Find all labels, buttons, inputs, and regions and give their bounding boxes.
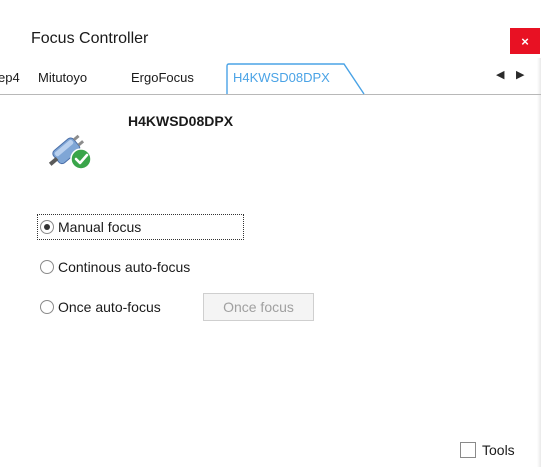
once-autofocus-label: Once auto-focus: [58, 299, 161, 315]
manual-focus-radio[interactable]: [40, 220, 54, 234]
tools-label: Tools: [482, 442, 515, 458]
manual-focus-option[interactable]: Manual focus: [40, 216, 141, 238]
tab-scroll-right-icon[interactable]: ▶: [516, 68, 524, 81]
window-title: Focus Controller: [31, 30, 149, 47]
tab-ergofocus[interactable]: ErgoFocus: [131, 70, 194, 85]
tools-toggle[interactable]: Tools: [460, 442, 515, 458]
tab-h4kwsd08dpx[interactable]: H4KWSD08DPX: [226, 63, 366, 95]
once-autofocus-option[interactable]: Once auto-focus: [40, 296, 161, 318]
tab-ep4[interactable]: ep4: [0, 70, 20, 85]
connected-plug-check-icon: [43, 122, 97, 176]
device-tab-strip: ep4 Mitutoyo ErgoFocus H4KWSD08DPX: [0, 60, 541, 95]
tools-checkbox[interactable]: [460, 442, 476, 458]
continuous-autofocus-radio[interactable]: [40, 260, 54, 274]
title-bar: Focus Controller ×: [0, 0, 541, 58]
manual-focus-label: Manual focus: [58, 219, 142, 235]
focus-controller-window: Focus Controller × ep4 Mitutoyo ErgoFocu…: [0, 0, 541, 467]
continuous-autofocus-label: Continous auto-focus: [58, 259, 191, 275]
close-button[interactable]: ×: [510, 28, 540, 54]
once-autofocus-radio[interactable]: [40, 300, 54, 314]
tab-mitutoyo[interactable]: Mitutoyo: [38, 70, 87, 85]
tab-scroll-left-icon[interactable]: ◀: [496, 68, 504, 81]
continuous-autofocus-option[interactable]: Continous auto-focus: [40, 256, 190, 278]
tab-active-label: H4KWSD08DPX: [233, 70, 330, 85]
device-name-heading: H4KWSD08DPX: [128, 113, 234, 129]
close-icon: ×: [521, 33, 529, 49]
once-focus-button[interactable]: Once focus: [203, 293, 314, 321]
